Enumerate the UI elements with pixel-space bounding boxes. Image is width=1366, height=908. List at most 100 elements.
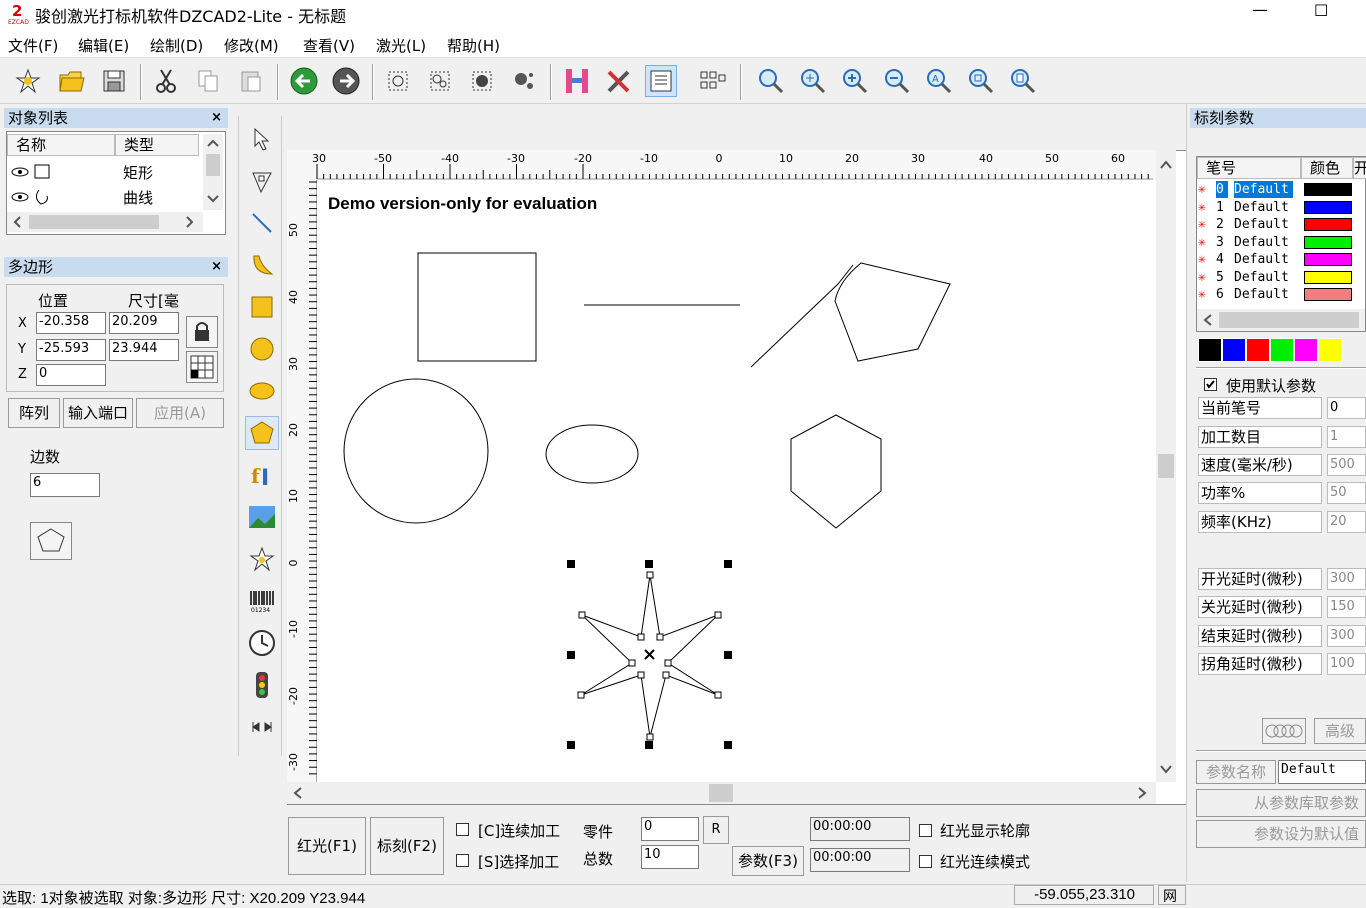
palette-color-swatch[interactable]	[1318, 338, 1342, 362]
count-field[interactable]: 1	[1327, 426, 1366, 448]
pen-row[interactable]: ✳ 3 Default	[1198, 234, 1366, 251]
red-light-button[interactable]: 红光(F1)	[288, 817, 366, 875]
anchor-grid-icon[interactable]	[186, 351, 218, 383]
palette-color-swatch[interactable]	[1222, 338, 1246, 362]
pen-row[interactable]: ✳ 5 Default	[1198, 269, 1366, 286]
circle-tool-icon[interactable]	[245, 332, 279, 366]
pen-color-swatch[interactable]	[1304, 200, 1352, 214]
pen-color-swatch[interactable]	[1304, 288, 1352, 301]
canvas-vscroll[interactable]	[1156, 150, 1176, 782]
node-edit-icon[interactable]	[245, 164, 279, 198]
use-default-checkbox[interactable]	[1204, 378, 1217, 391]
drawing-canvas[interactable]	[318, 181, 1154, 781]
menu-view[interactable]: 查看(V)	[303, 35, 355, 56]
total-count-field[interactable]: 10	[641, 845, 699, 869]
maximize-button[interactable]: ☐	[1314, 1, 1328, 20]
menu-draw[interactable]: 绘制(D)	[150, 35, 203, 56]
set-default-button[interactable]: 参数设为默认值	[1196, 820, 1366, 848]
corner-delay-field[interactable]: 100	[1327, 653, 1366, 675]
palette-color-swatch[interactable]	[1294, 338, 1318, 362]
off-delay-field[interactable]: 150	[1327, 596, 1366, 618]
palette-color-swatch[interactable]	[1270, 338, 1294, 362]
rectangle-tool-icon[interactable]	[245, 290, 279, 324]
red-contour-checkbox[interactable]	[919, 824, 932, 837]
polygon-style-icon[interactable]	[30, 522, 72, 560]
param-f3-button[interactable]: 参数(F3)	[732, 846, 804, 876]
advanced-button[interactable]: 高级	[1314, 718, 1366, 744]
list-item[interactable]: 矩形	[11, 161, 201, 183]
menu-modify[interactable]: 修改(M)	[224, 35, 279, 56]
pen-color-swatch[interactable]	[1304, 270, 1352, 284]
object-list-toggle-icon[interactable]	[645, 65, 677, 97]
from-library-button[interactable]: 从参数库取参数	[1196, 789, 1366, 817]
close-icon[interactable]: ×	[211, 257, 222, 277]
col-header-on[interactable]: 开	[1353, 157, 1366, 179]
wobble-icon[interactable]	[1262, 718, 1306, 744]
zoom-icon[interactable]	[755, 65, 787, 97]
menu-help[interactable]: 帮助(H)	[447, 35, 500, 56]
canvas-hscroll[interactable]	[287, 782, 1156, 804]
pen-list-hscroll[interactable]	[1197, 309, 1365, 331]
object-list-hscroll[interactable]	[7, 212, 203, 232]
pen-row[interactable]: ✳ 4 Default	[1198, 251, 1366, 268]
palette-color-swatch[interactable]	[1246, 338, 1270, 362]
select-arrow-icon[interactable]	[245, 122, 279, 156]
mark-button[interactable]: 标刻(F2)	[370, 817, 444, 875]
zoom-in-icon[interactable]	[839, 65, 871, 97]
power-field[interactable]: 50	[1327, 482, 1366, 504]
list-item[interactable]: 曲线	[11, 186, 201, 208]
extension-axis-icon[interactable]	[245, 710, 279, 744]
col-header-color[interactable]: 颜色	[1301, 157, 1353, 179]
zoom-window-icon[interactable]	[797, 65, 829, 97]
sides-field[interactable]: 6	[30, 473, 100, 497]
frequency-field[interactable]: 20	[1327, 511, 1366, 533]
pen-row[interactable]: ✳ 0 Default	[1198, 181, 1366, 198]
pen-color-swatch[interactable]	[1304, 235, 1352, 249]
align-icon[interactable]	[697, 65, 729, 97]
vector-file-icon[interactable]	[245, 542, 279, 576]
paste-icon[interactable]	[235, 65, 267, 97]
pen-color-swatch[interactable]	[1304, 253, 1352, 266]
y-position-field[interactable]: -25.593	[36, 339, 106, 361]
y-size-field[interactable]: 23.944	[109, 339, 179, 361]
ungroup-icon[interactable]	[424, 65, 456, 97]
continuous-checkbox[interactable]	[456, 823, 469, 836]
menu-laser[interactable]: 激光(L)	[376, 35, 426, 56]
ellipse-tool-icon[interactable]	[245, 374, 279, 408]
copy-icon[interactable]	[192, 65, 224, 97]
col-header-type[interactable]: 类型	[115, 134, 199, 156]
line-tool-icon[interactable]	[245, 206, 279, 240]
palette-color-swatch[interactable]	[1198, 338, 1222, 362]
speed-field[interactable]: 500	[1327, 454, 1366, 476]
part-count-field[interactable]: 0	[641, 817, 699, 841]
group-icon[interactable]	[382, 65, 414, 97]
text-tool-icon[interactable]: fI	[245, 458, 279, 492]
pen-row[interactable]: ✳ 6 Default	[1198, 286, 1366, 303]
save-icon[interactable]	[98, 65, 130, 97]
zoom-all-icon[interactable]: A	[923, 65, 955, 97]
x-size-field[interactable]: 20.209	[109, 312, 179, 334]
red-continuous-checkbox[interactable]	[919, 855, 932, 868]
redo-arrow-icon[interactable]	[330, 65, 362, 97]
end-delay-field[interactable]: 300	[1327, 625, 1366, 647]
zoom-selected-icon[interactable]	[965, 65, 997, 97]
combine-icon[interactable]	[466, 65, 498, 97]
pen-row[interactable]: ✳ 1 Default	[1198, 199, 1366, 216]
bitmap-tool-icon[interactable]	[245, 500, 279, 534]
close-icon[interactable]: ×	[211, 108, 222, 128]
curve-tool-icon[interactable]	[245, 248, 279, 282]
object-list-vscroll[interactable]	[203, 134, 223, 210]
explode-icon[interactable]	[508, 65, 540, 97]
zoom-page-icon[interactable]	[1007, 65, 1039, 97]
x-position-field[interactable]: -20.358	[36, 312, 106, 334]
param-name-button[interactable]: 参数名称	[1196, 760, 1276, 784]
timer-tool-icon[interactable]	[245, 626, 279, 660]
apply-button[interactable]: 应用(A)	[136, 398, 224, 428]
pen-color-swatch[interactable]	[1304, 183, 1352, 196]
open-folder-icon[interactable]	[55, 65, 87, 97]
reset-r-button[interactable]: R	[703, 816, 729, 844]
current-pen-field[interactable]: 0	[1327, 397, 1366, 419]
col-header-pen[interactable]: 笔号	[1197, 157, 1301, 179]
lock-icon[interactable]	[186, 316, 218, 348]
menu-edit[interactable]: 编辑(E)	[78, 35, 129, 56]
